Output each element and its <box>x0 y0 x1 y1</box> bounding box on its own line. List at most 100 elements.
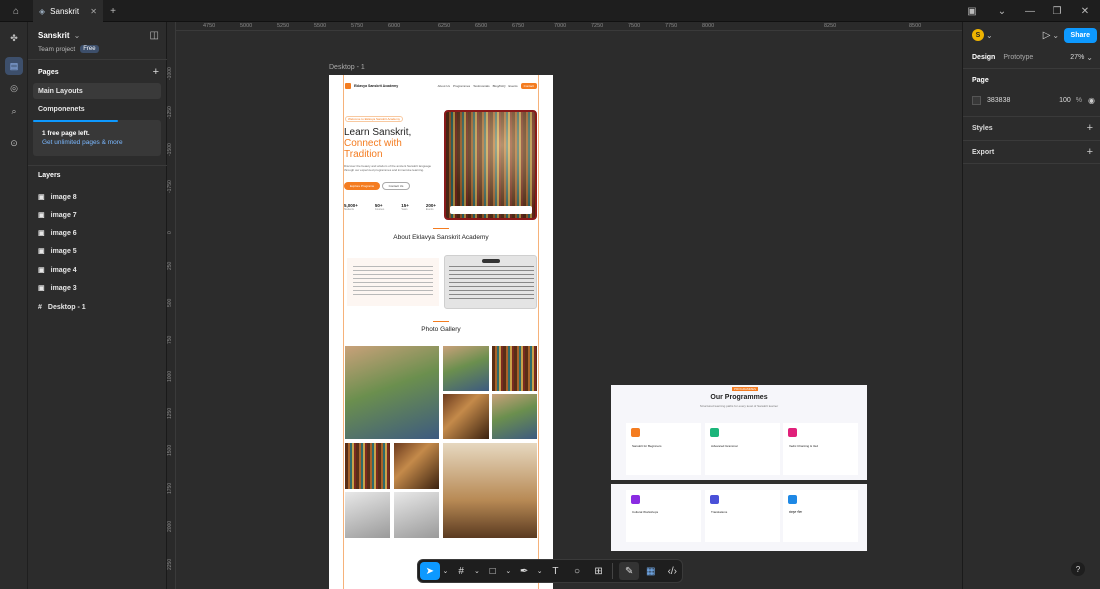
frame-label[interactable]: Desktop - 1 <box>329 64 365 71</box>
chevron-down-icon[interactable]: ⌄ <box>504 562 512 580</box>
file-tab[interactable]: ◈ Sanskrit ✕ <box>33 0 103 22</box>
toggle-sidebar-icon[interactable]: ◫ <box>150 30 159 41</box>
share-button[interactable]: Share <box>1063 27 1097 43</box>
search-icon[interactable]: ⌕ <box>5 102 23 120</box>
rectangle-tool-icon[interactable]: □ <box>483 562 503 580</box>
nav-link-blog[interactable]: Blog/FAQ <box>493 84 506 88</box>
gallery-image-reading <box>443 394 489 439</box>
move-tool-icon[interactable]: ➤ <box>420 562 440 580</box>
page-item-components[interactable]: Componenets <box>33 101 161 117</box>
horizontal-ruler: 4750 5000 5250 5500 5750 6000 6250 6500 … <box>167 22 962 31</box>
hero-library-image <box>444 110 537 220</box>
programmes-frame[interactable]: PROGRAMMES Our Programmes Structured lea… <box>611 385 867 480</box>
gallery-title: Photo Gallery <box>421 326 461 333</box>
title-bar: ⌂ ◈ Sanskrit ✕ + ▣ ⌄ — ❐ ✕ <box>0 0 1100 22</box>
chevron-down-icon[interactable]: ⌄ <box>996 0 1008 22</box>
draw-mode-icon[interactable]: ✎ <box>619 562 639 580</box>
divider <box>963 163 1100 164</box>
programme-card[interactable]: Translations <box>705 490 780 542</box>
layer-desktop-1[interactable]: # Desktop - 1 <box>28 299 167 315</box>
layer-image-6[interactable]: ▣ image 6 <box>28 225 167 241</box>
page-color-swatch[interactable] <box>972 96 981 105</box>
add-export-icon[interactable]: + <box>1087 146 1093 158</box>
layer-image-4[interactable]: ▣ image 4 <box>28 262 167 278</box>
layer-image-3[interactable]: ▣ image 3 <box>28 280 167 296</box>
present-icon[interactable]: ▷ <box>1043 30 1051 41</box>
file-icon[interactable]: ▤ <box>5 57 23 75</box>
vertical-ruler: -1000 -1250 -1500 -1750 0 250 500 750 10… <box>167 22 176 589</box>
maximize-icon[interactable]: ❐ <box>1050 0 1064 22</box>
hero-title-2: Connect with <box>344 138 402 149</box>
close-window-icon[interactable]: ✕ <box>1078 0 1092 22</box>
home-icon[interactable]: ⌂ <box>8 0 24 22</box>
stat: 15+ Years <box>401 203 409 211</box>
nav-link-about[interactable]: About Us <box>438 84 450 88</box>
nav-contact-button[interactable]: Contact <box>520 83 537 89</box>
about-accent <box>433 228 449 229</box>
programme-card[interactable]: Vedic Chanting & Ved <box>783 423 858 475</box>
page-item-main-layouts[interactable]: Main Layouts <box>33 83 161 99</box>
pen-tool-icon[interactable]: ✒ <box>514 562 534 580</box>
programme-card[interactable]: Sanskrit for Beginners <box>626 423 701 475</box>
design-mode-icon[interactable]: ▦ <box>641 562 661 580</box>
add-page-button[interactable]: + <box>153 66 159 78</box>
about-title: About Eklavya Sanskrit Academy <box>393 234 489 241</box>
programme-card[interactable]: संस्कृत गीता <box>783 490 858 542</box>
text-tool-icon[interactable]: T <box>546 562 566 580</box>
gallery-image-group <box>443 346 489 391</box>
chevron-down-icon[interactable]: ⌄ <box>473 562 481 580</box>
minimize-icon[interactable]: — <box>1023 0 1037 22</box>
export-title: Export <box>972 148 995 156</box>
canvas[interactable]: 4750 5000 5250 5500 5750 6000 6250 6500 … <box>167 22 962 589</box>
image-icon: ▣ <box>38 248 45 255</box>
desktop-frame[interactable]: Eklavya Sanskrit Academy About Us Progra… <box>329 75 553 589</box>
nav-link-testimonials[interactable]: Testimonials <box>473 84 490 88</box>
upgrade-link[interactable]: Get unlimited pages & more <box>42 139 123 146</box>
programme-card[interactable]: Cultural Workshops <box>626 490 701 542</box>
add-style-icon[interactable]: + <box>1087 122 1093 134</box>
divider <box>963 68 1100 69</box>
file-name[interactable]: Sanskrit <box>38 31 70 40</box>
gallery-image-hall <box>443 443 537 538</box>
chevron-down-icon[interactable]: ⌄ <box>986 31 993 40</box>
avatar[interactable]: S <box>972 29 984 41</box>
chevron-down-icon[interactable]: ⌄ <box>1086 53 1093 62</box>
programmes-subtitle: Structured learning paths for every leve… <box>699 404 779 408</box>
chevron-down-icon[interactable]: ⌄ <box>536 562 544 580</box>
page-opacity-value[interactable]: 100 <box>1059 97 1071 104</box>
new-tab-button[interactable]: + <box>107 0 119 22</box>
frame-tool-icon[interactable]: # <box>451 562 471 580</box>
assets-icon[interactable]: ◎ <box>5 79 23 97</box>
plugins-icon[interactable]: ⊙ <box>5 134 23 152</box>
layer-image-7[interactable]: ▣ image 7 <box>28 207 167 223</box>
zoom-level[interactable]: 27% <box>1070 54 1084 61</box>
tab-design[interactable]: Design <box>972 54 995 61</box>
programmes-frame-2[interactable]: Cultural Workshops Translations संस्कृत … <box>611 484 867 551</box>
actions-tool-icon[interactable]: ⊞ <box>589 562 609 580</box>
gallery-image-desk <box>394 443 439 489</box>
tab-prototype[interactable]: Prototype <box>1003 54 1033 61</box>
stat: 5,000+ Students <box>344 203 358 211</box>
eye-icon[interactable]: ◉ <box>1088 96 1095 105</box>
figma-menu-icon[interactable]: ✤ <box>5 29 23 47</box>
dev-mode-icon[interactable]: ‹/› <box>663 562 683 580</box>
layer-image-8[interactable]: ▣ image 8 <box>28 189 167 205</box>
layers-title: Layers <box>38 172 61 179</box>
pip-icon[interactable]: ▣ <box>965 0 979 22</box>
comment-tool-icon[interactable]: ○ <box>567 562 587 580</box>
close-tab-icon[interactable]: ✕ <box>90 7 97 16</box>
help-button[interactable]: ? <box>1071 562 1085 576</box>
chevron-down-icon[interactable]: ⌄ <box>442 562 450 580</box>
figma-file-icon: ◈ <box>39 6 46 16</box>
page-color-value[interactable]: 383838 <box>987 97 1010 104</box>
chevron-down-icon[interactable]: ⌄ <box>1052 31 1059 40</box>
nav-link-events[interactable]: Events <box>508 84 517 88</box>
chevron-down-icon[interactable]: ⌄ <box>74 31 81 40</box>
contact-us-button[interactable]: Contact Us <box>382 182 410 190</box>
explore-programs-button[interactable]: Explore Programs <box>344 182 380 190</box>
layer-image-5[interactable]: ▣ image 5 <box>28 243 167 259</box>
percent-label: % <box>1075 97 1083 104</box>
nav-link-programmes[interactable]: Programmes <box>453 84 470 88</box>
card-pill <box>482 259 500 263</box>
programme-card[interactable]: Advanced Grammar <box>705 423 780 475</box>
